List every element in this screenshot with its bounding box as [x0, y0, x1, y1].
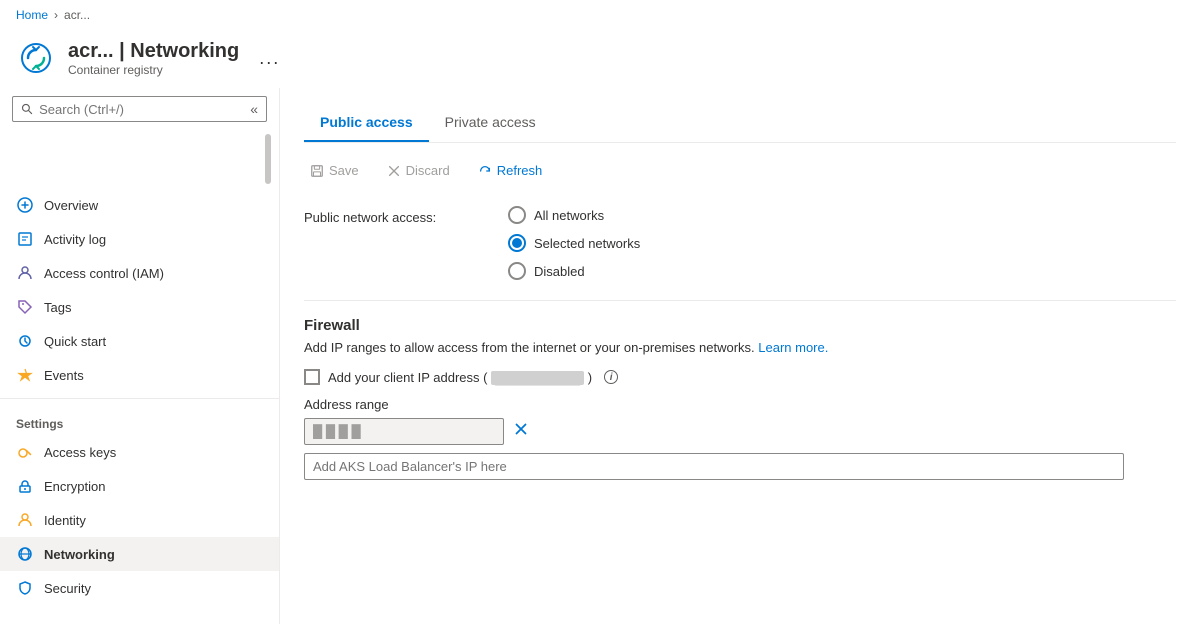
- firewall-description: Add IP ranges to allow access from the i…: [304, 340, 1176, 355]
- client-ip-label: Add your client IP address ( ██████████ …: [328, 370, 592, 385]
- quickstart-icon: [16, 332, 34, 350]
- radio-selected-networks-circle: [508, 234, 526, 252]
- address-range-label: Address range: [304, 397, 1176, 412]
- security-icon: [16, 579, 34, 597]
- encryption-label: Encryption: [44, 479, 105, 494]
- save-icon: [310, 164, 324, 178]
- save-button[interactable]: Save: [304, 159, 365, 182]
- address-range-input[interactable]: [304, 418, 504, 445]
- sidebar: « Overview Activity log Access control (…: [0, 88, 280, 624]
- sidebar-collapse-button[interactable]: «: [250, 101, 258, 117]
- access-keys-icon: [16, 443, 34, 461]
- sidebar-item-access-keys[interactable]: Access keys: [0, 435, 279, 469]
- discard-icon: [387, 164, 401, 178]
- tab-bar: Public access Private access: [304, 104, 1176, 143]
- radio-all-networks-circle: [508, 206, 526, 224]
- sidebar-item-events[interactable]: Events: [0, 358, 279, 392]
- firewall-heading: Firewall: [304, 317, 1176, 334]
- search-input[interactable]: [39, 102, 244, 117]
- breadcrumb: Home › acr...: [0, 0, 1200, 30]
- content-area: Public access Private access Save Discar…: [280, 88, 1200, 624]
- networking-label: Networking: [44, 547, 115, 562]
- client-ip-checkbox[interactable]: [304, 369, 320, 385]
- search-icon: [21, 102, 33, 116]
- resource-icon: [16, 38, 56, 78]
- radio-disabled[interactable]: Disabled: [508, 262, 640, 280]
- public-network-label: Public network access:: [304, 206, 484, 225]
- activity-log-label: Activity log: [44, 232, 106, 247]
- sidebar-item-encryption[interactable]: Encryption: [0, 469, 279, 503]
- sidebar-item-networking[interactable]: Networking: [0, 537, 279, 571]
- tab-private-access[interactable]: Private access: [429, 104, 552, 142]
- address-range-row: [304, 418, 1176, 445]
- page-subtitle: Container registry: [68, 63, 239, 77]
- more-options-button[interactable]: ...: [259, 48, 280, 69]
- settings-section-label: Settings: [0, 405, 279, 435]
- identity-label: Identity: [44, 513, 86, 528]
- radio-selected-networks[interactable]: Selected networks: [508, 234, 640, 252]
- firewall-section: Firewall Add IP ranges to allow access f…: [304, 317, 1176, 480]
- header-text: acr... | Networking Container registry: [68, 40, 239, 77]
- add-balancer-input[interactable]: [304, 453, 1124, 480]
- radio-all-networks[interactable]: All networks: [508, 206, 640, 224]
- public-network-access-row: Public network access: All networks Sele…: [304, 206, 1176, 280]
- client-ip-value: ██████████: [491, 371, 584, 385]
- sidebar-item-security[interactable]: Security: [0, 571, 279, 605]
- networking-icon: [16, 545, 34, 563]
- page-title: acr... | Networking: [68, 40, 239, 63]
- radio-disabled-circle: [508, 262, 526, 280]
- security-label: Security: [44, 581, 91, 596]
- breadcrumb-resource: acr...: [64, 8, 90, 22]
- discard-button[interactable]: Discard: [381, 159, 456, 182]
- sidebar-item-quick-start[interactable]: Quick start: [0, 324, 279, 358]
- network-access-radio-group: All networks Selected networks Disabled: [508, 206, 640, 280]
- client-ip-checkbox-row: Add your client IP address ( ██████████ …: [304, 369, 1176, 385]
- events-label: Events: [44, 368, 84, 383]
- tags-icon: [16, 298, 34, 316]
- tags-label: Tags: [44, 300, 71, 315]
- section-divider: [304, 300, 1176, 301]
- overview-label: Overview: [44, 198, 98, 213]
- identity-icon: [16, 511, 34, 529]
- access-keys-label: Access keys: [44, 445, 116, 460]
- sidebar-item-tags[interactable]: Tags: [0, 290, 279, 324]
- overview-icon: [16, 196, 34, 214]
- page-header: acr... | Networking Container registry .…: [0, 30, 1200, 88]
- quickstart-label: Quick start: [44, 334, 106, 349]
- iam-icon: [16, 264, 34, 282]
- sidebar-item-activity-log[interactable]: Activity log: [0, 222, 279, 256]
- sidebar-item-identity[interactable]: Identity: [0, 503, 279, 537]
- breadcrumb-home[interactable]: Home: [16, 8, 48, 22]
- activity-log-icon: [16, 230, 34, 248]
- encryption-icon: [16, 477, 34, 495]
- sidebar-divider: [0, 398, 279, 399]
- delete-address-button[interactable]: [512, 420, 530, 443]
- tab-public-access[interactable]: Public access: [304, 104, 429, 142]
- info-icon[interactable]: i: [604, 370, 618, 384]
- learn-more-link[interactable]: Learn more.: [758, 340, 828, 355]
- sidebar-item-overview[interactable]: Overview: [0, 188, 279, 222]
- iam-label: Access control (IAM): [44, 266, 164, 281]
- sidebar-item-access-control[interactable]: Access control (IAM): [0, 256, 279, 290]
- events-icon: [16, 366, 34, 384]
- toolbar: Save Discard Refresh: [304, 159, 1176, 182]
- refresh-icon: [478, 164, 492, 178]
- search-box[interactable]: «: [12, 96, 267, 122]
- refresh-button[interactable]: Refresh: [472, 159, 549, 182]
